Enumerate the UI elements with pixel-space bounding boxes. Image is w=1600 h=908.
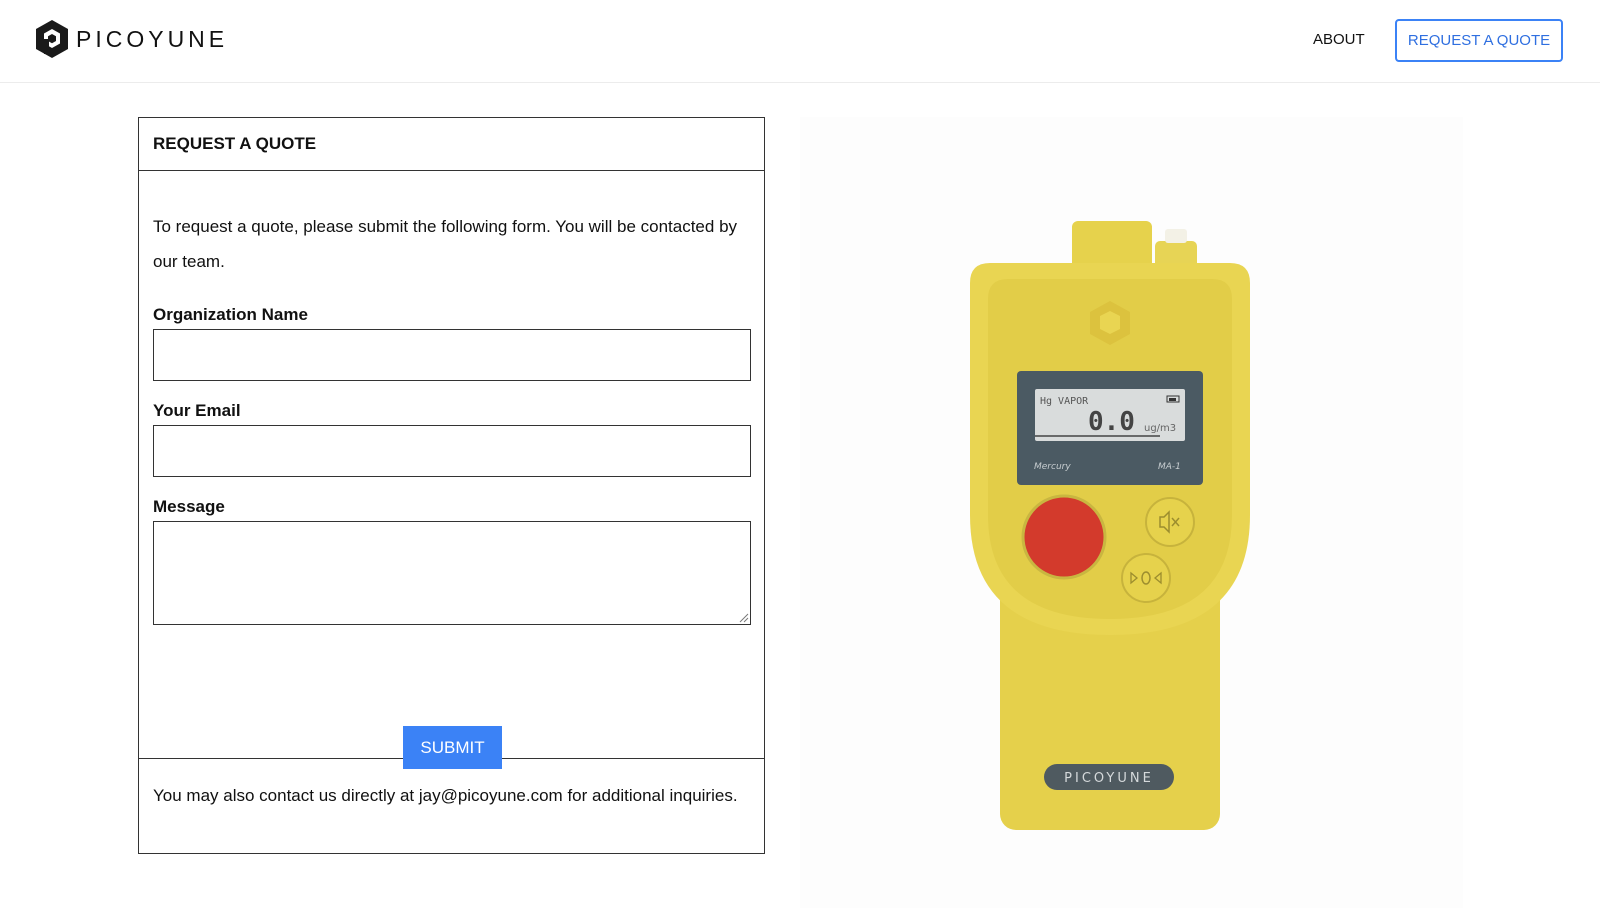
brand-logo[interactable]: PICOYUNE bbox=[34, 19, 228, 59]
quote-form-card: REQUEST A QUOTE To request a quote, plea… bbox=[138, 117, 765, 854]
picoyune-logo-icon bbox=[36, 20, 68, 58]
site-header: PICOYUNE ABOUT REQUEST A QUOTE bbox=[0, 0, 1600, 83]
resize-grip-icon[interactable] bbox=[737, 611, 749, 623]
organization-name-label: Organization Name bbox=[153, 305, 308, 324]
device-brand-plate: PICOYUNE bbox=[1064, 771, 1154, 786]
nav-about-link[interactable]: ABOUT bbox=[1313, 31, 1365, 48]
email-input[interactable] bbox=[153, 425, 751, 477]
organization-name-input[interactable] bbox=[153, 329, 751, 381]
display-top-label: Hg VAPOR bbox=[1040, 396, 1089, 407]
panel-left-label: Mercury bbox=[1034, 462, 1071, 472]
display-unit: ug/m3 bbox=[1144, 423, 1176, 434]
form-title: REQUEST A QUOTE bbox=[139, 118, 764, 171]
email-label: Your Email bbox=[153, 401, 241, 420]
message-textarea[interactable] bbox=[153, 521, 751, 625]
nav-request-quote-button[interactable]: REQUEST A QUOTE bbox=[1395, 19, 1563, 62]
message-label: Message bbox=[153, 497, 225, 516]
form-intro-text: To request a quote, please submit the fo… bbox=[153, 217, 738, 271]
brand-name: PICOYUNE bbox=[76, 25, 229, 52]
mercury-analyzer-device-image: Hg VAPOR 0.0 ug/m3 Mercury MA-1 PICOYUNE bbox=[970, 221, 1250, 830]
display-reading: 0.0 bbox=[1088, 407, 1135, 437]
form-body: To request a quote, please submit the fo… bbox=[139, 171, 764, 769]
panel-right-label: MA-1 bbox=[1158, 462, 1181, 472]
submit-button[interactable]: SUBMIT bbox=[403, 726, 502, 769]
